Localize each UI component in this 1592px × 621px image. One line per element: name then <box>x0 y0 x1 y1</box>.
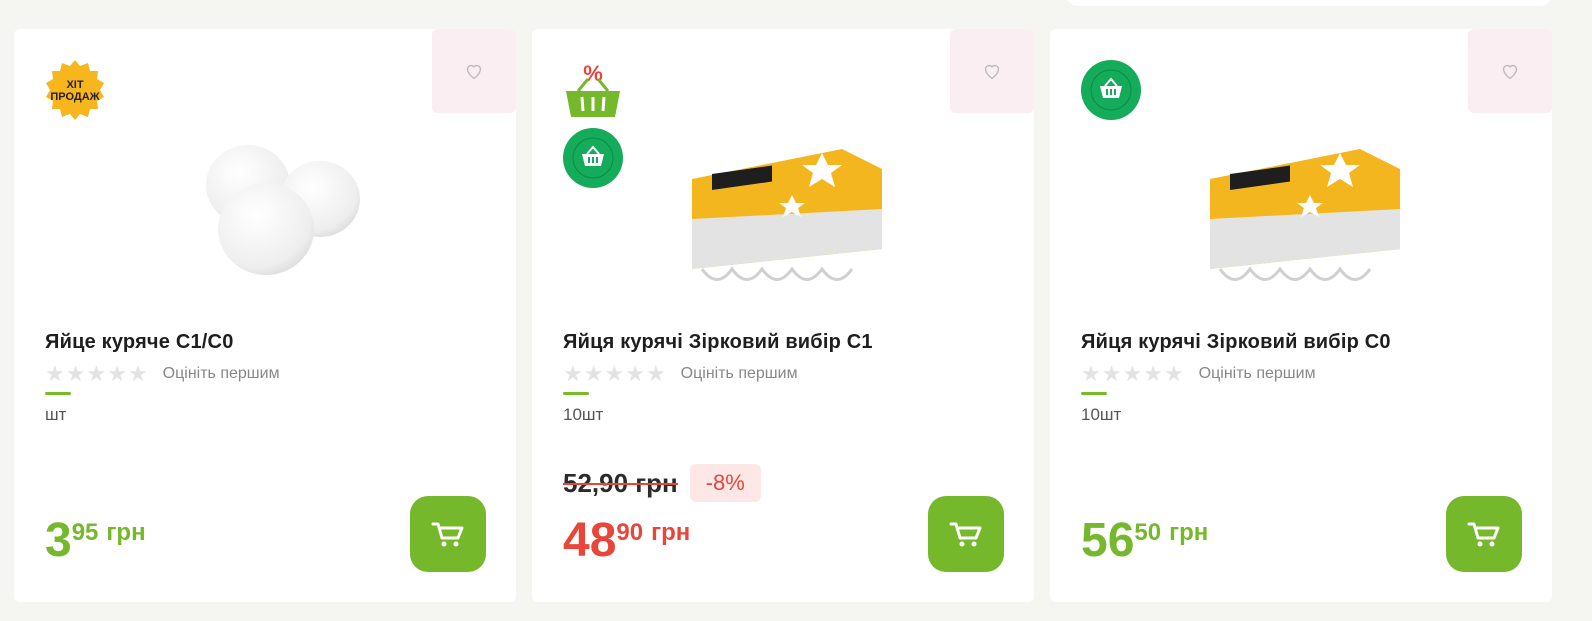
unit-label: шт <box>45 405 67 424</box>
rating[interactable]: ★ ★ ★ ★ ★ Оцініть першим <box>1081 363 1316 385</box>
divider <box>1081 392 1107 395</box>
product-grid: ХІТ ПРОДАЖ Яйце куряче С1/С0 ★ ★ ★ ★ ★ О… <box>14 29 1552 602</box>
favorite-button[interactable] <box>950 29 1034 113</box>
product-card[interactable]: ХІТ ПРОДАЖ Яйце куряче С1/С0 ★ ★ ★ ★ ★ О… <box>14 29 516 602</box>
star-icon[interactable]: ★ <box>1081 363 1101 385</box>
rating[interactable]: ★ ★ ★ ★ ★ Оцініть першим <box>45 363 280 385</box>
price-integer: 56 <box>1081 514 1135 567</box>
badges: ХІТ ПРОДАЖ <box>44 59 106 121</box>
add-to-cart-button[interactable] <box>410 496 486 572</box>
search-pill <box>1066 0 1552 6</box>
price: 56 50 грн <box>1081 515 1208 567</box>
star-icon[interactable]: ★ <box>1122 363 1142 385</box>
star-icon[interactable]: ★ <box>66 363 86 385</box>
rating[interactable]: ★ ★ ★ ★ ★ Оцініть першим <box>563 363 798 385</box>
star-icon[interactable]: ★ <box>1102 363 1122 385</box>
star-icon[interactable]: ★ <box>625 363 645 385</box>
divider <box>45 392 71 395</box>
heart-icon <box>984 64 1000 80</box>
product-image[interactable] <box>1180 99 1420 319</box>
add-to-cart-button[interactable] <box>928 496 1004 572</box>
product-image[interactable] <box>662 99 902 319</box>
star-icon[interactable]: ★ <box>563 363 583 385</box>
badges: % <box>562 59 624 189</box>
svg-text:ПРОДАЖ: ПРОДАЖ <box>50 91 99 103</box>
own-brand-badge-icon <box>563 128 623 188</box>
rating-text: Оцініть першим <box>1198 365 1316 382</box>
product-card[interactable]: % Яйця курячі Зірковий вибір С1 ★ ★ ★ ★ … <box>532 29 1034 602</box>
price-fraction: 90 <box>616 519 644 546</box>
egg-carton-image <box>1210 149 1400 281</box>
star-icon[interactable]: ★ <box>107 363 127 385</box>
badges <box>1080 59 1142 121</box>
rating-text: Оцініть першим <box>162 365 280 382</box>
star-icon[interactable]: ★ <box>646 363 666 385</box>
star-icon[interactable]: ★ <box>604 363 624 385</box>
star-icon[interactable]: ★ <box>86 363 106 385</box>
price-currency: грн <box>1169 519 1209 546</box>
favorite-button[interactable] <box>1468 29 1552 113</box>
eggs-image <box>206 145 360 275</box>
product-title[interactable]: Яйце куряче С1/С0 <box>45 331 234 354</box>
cart-icon <box>949 522 982 547</box>
rating-text: Оцініть першим <box>680 365 798 382</box>
price-fraction: 50 <box>1134 519 1162 546</box>
old-price: 52,90 грн <box>563 467 678 498</box>
star-icon[interactable]: ★ <box>128 363 148 385</box>
price-fraction: 95 <box>71 519 99 546</box>
star-icon[interactable]: ★ <box>1164 363 1184 385</box>
product-card[interactable]: Яйця курячі Зірковий вибір С0 ★ ★ ★ ★ ★ … <box>1050 29 1552 602</box>
own-brand-badge-icon <box>1081 60 1141 120</box>
divider <box>563 392 589 395</box>
price: 3 95 грн <box>45 515 146 567</box>
price-currency: грн <box>651 519 691 546</box>
unit-label: 10шт <box>1081 405 1122 424</box>
add-to-cart-button[interactable] <box>1446 496 1522 572</box>
promo-basket-icon: % <box>566 61 620 117</box>
heart-icon <box>466 64 482 80</box>
old-price-row: 52,90 грн -8% <box>563 464 761 502</box>
price-integer: 48 <box>563 514 617 567</box>
price-currency: грн <box>106 519 146 546</box>
svg-text:ХІТ: ХІТ <box>66 79 83 91</box>
product-image[interactable] <box>144 99 384 319</box>
unit-label: 10шт <box>563 405 604 424</box>
favorite-button[interactable] <box>432 29 516 113</box>
product-title[interactable]: Яйця курячі Зірковий вибір С0 <box>1081 331 1391 354</box>
discount-badge: -8% <box>689 464 761 502</box>
product-title[interactable]: Яйця курячі Зірковий вибір С1 <box>563 331 873 354</box>
heart-icon <box>1502 64 1518 80</box>
star-icon[interactable]: ★ <box>1143 363 1163 385</box>
star-icon[interactable]: ★ <box>584 363 604 385</box>
price-integer: 3 <box>45 514 72 567</box>
hit-sale-badge-icon: ХІТ ПРОДАЖ <box>46 60 104 120</box>
cart-icon <box>431 522 464 547</box>
egg-carton-image <box>692 149 882 281</box>
star-icon[interactable]: ★ <box>45 363 65 385</box>
price: 48 90 грн <box>563 515 690 567</box>
cart-icon <box>1467 522 1500 547</box>
